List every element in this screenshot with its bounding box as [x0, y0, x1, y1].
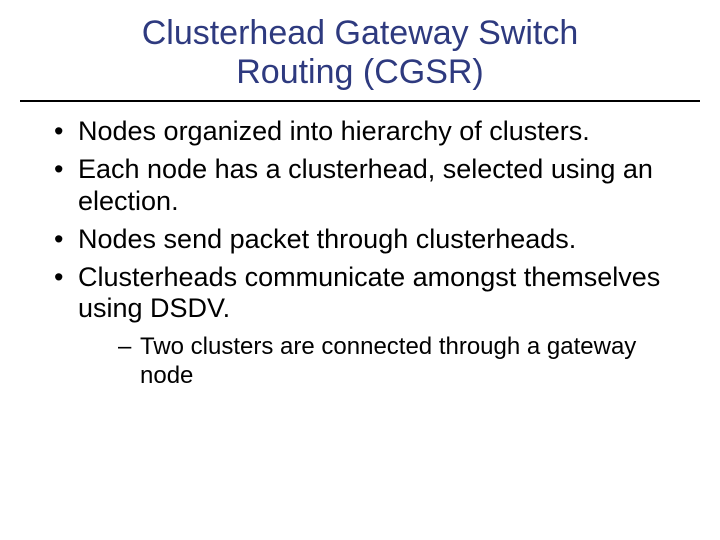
bullet-text: Clusterheads communicate amongst themsel…	[78, 262, 660, 324]
sub-bullet-text: Two clusters are connected through a gat…	[140, 333, 636, 388]
bullet-text: Nodes organized into hierarchy of cluste…	[78, 116, 590, 146]
slide-title: Clusterhead Gateway Switch Routing (CGSR…	[0, 0, 720, 98]
sub-bullet-list: Two clusters are connected through a gat…	[78, 333, 690, 390]
title-line-2: Routing (CGSR)	[236, 53, 484, 91]
title-underline	[20, 100, 700, 102]
bullet-text: Nodes send packet through clusterheads.	[78, 224, 576, 254]
bullet-list: Nodes organized into hierarchy of cluste…	[0, 116, 720, 390]
list-item: Two clusters are connected through a gat…	[118, 333, 690, 390]
bullet-text: Each node has a clusterhead, selected us…	[78, 154, 653, 216]
slide: Clusterhead Gateway Switch Routing (CGSR…	[0, 0, 720, 540]
list-item: Nodes organized into hierarchy of cluste…	[54, 116, 690, 148]
list-item: Nodes send packet through clusterheads.	[54, 224, 690, 256]
list-item: Each node has a clusterhead, selected us…	[54, 154, 690, 218]
list-item: Clusterheads communicate amongst themsel…	[54, 262, 690, 390]
title-line-1: Clusterhead Gateway Switch	[142, 14, 579, 52]
